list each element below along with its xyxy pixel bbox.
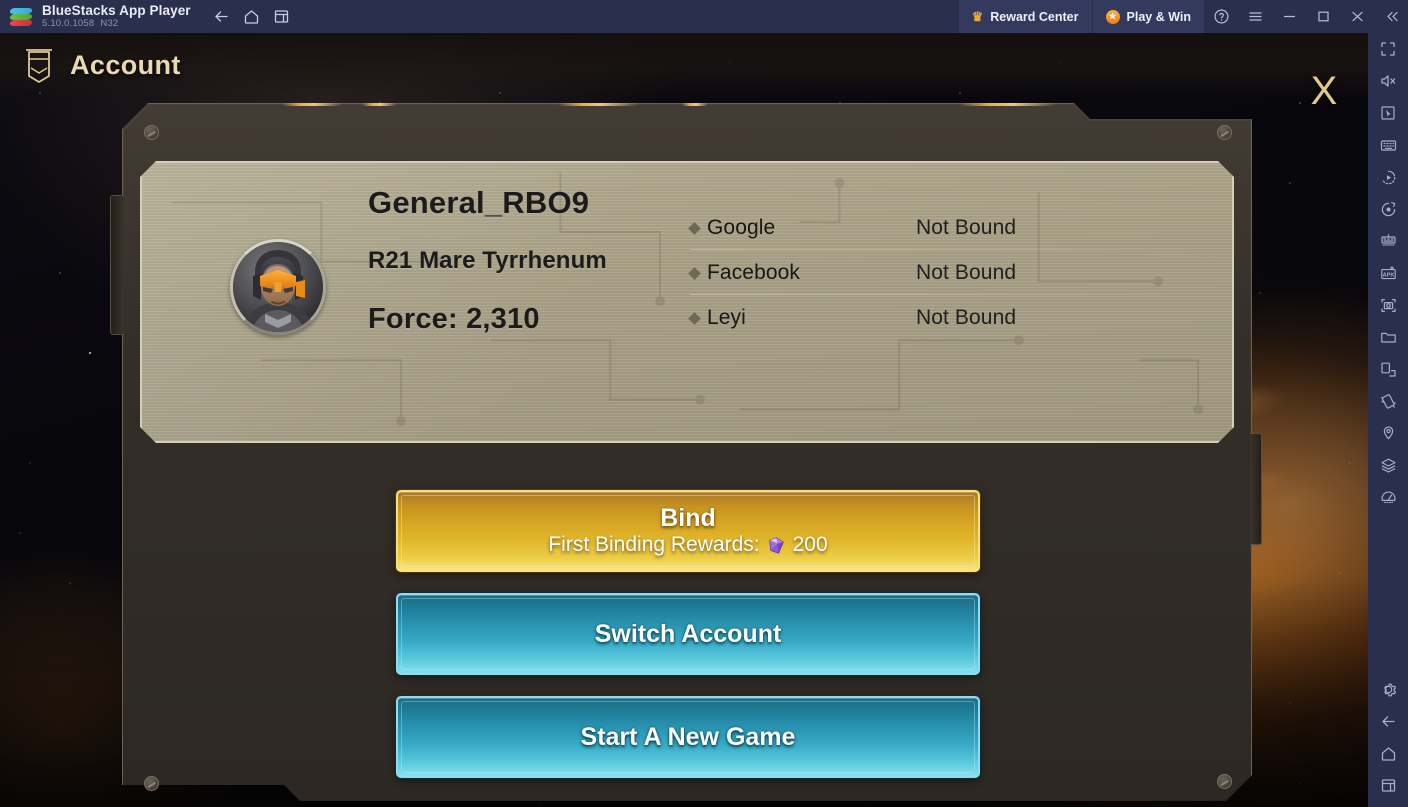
binding-platform-label: Leyi [707,305,746,329]
screw-decoration [1217,125,1232,140]
close-button[interactable] [1340,0,1374,33]
fullscreen-icon[interactable] [1368,33,1408,65]
install-apk-icon[interactable]: APK [1368,257,1408,289]
binding-row-leyi: Leyi Not Bound [688,295,1190,340]
frame-tab-left [110,195,124,335]
frame-accent [558,103,638,106]
bind-reward-text: First Binding Rewards: [548,533,760,556]
home-icon[interactable] [237,0,267,33]
app-version: 5.10.0.1058 N32 [42,18,191,30]
player-info-card: General_RBO9 R21 Mare Tyrrhenum Force: 2… [140,161,1234,443]
binding-status: Not Bound [916,215,1017,239]
avatar [230,239,326,335]
switch-account-label: Switch Account [594,619,782,648]
binding-status: Not Bound [916,260,1017,284]
player-force: Force: 2,310 [368,303,540,335]
close-dialog-button[interactable]: X [1302,69,1346,113]
media-folder-icon[interactable] [1368,321,1408,353]
multi-instance-icon[interactable] [267,0,297,33]
multi-instance-sync-icon[interactable] [1368,225,1408,257]
banner-icon [22,46,56,84]
gem-icon [768,536,784,554]
layers-icon[interactable] [1368,449,1408,481]
bullet-icon [688,267,701,280]
svg-text:APK: APK [1382,272,1394,278]
keyboard-icon[interactable] [1368,129,1408,161]
screenshot-icon[interactable] [1368,289,1408,321]
bluestacks-sidebar: APK [1368,33,1408,807]
macro-record-icon[interactable] [1368,161,1408,193]
frame-accent [960,103,1056,106]
game-viewport: Account X General_RBO9 R21 Mare Tyrrhenu… [0,33,1368,807]
minimize-button[interactable] [1272,0,1306,33]
screw-decoration [144,125,159,140]
frame-tab-right [1250,433,1262,545]
page-title: Account [70,49,181,80]
player-name: General_RBO9 [368,185,590,220]
menu-icon[interactable] [1238,0,1272,33]
bluestacks-titlebar: BlueStacks App Player 5.10.0.1058 N32 ♛ R… [0,0,1408,33]
sync-icon[interactable] [1368,193,1408,225]
screw-decoration [1217,774,1232,789]
app-name: BlueStacks App Player [42,3,191,18]
play-win-icon: ★ [1105,9,1120,24]
reward-center-button[interactable]: ♛ Reward Center [957,0,1092,33]
switch-account-button[interactable]: Switch Account [396,593,980,675]
bullet-icon [688,312,701,325]
player-server: R21 Mare Tyrrhenum [368,247,607,274]
start-new-game-button[interactable]: Start A New Game [396,696,980,778]
collapse-sidebar-button[interactable] [1374,0,1408,33]
home-icon[interactable] [1368,737,1408,769]
bluestacks-logo-icon [9,7,33,27]
maximize-button[interactable] [1306,0,1340,33]
start-new-game-label: Start A New Game [580,722,796,751]
binding-status: Not Bound [916,305,1017,329]
location-icon[interactable] [1368,417,1408,449]
bind-button-subtitle: First Binding Rewards: 200 [548,532,827,558]
binding-platform-label: Google [707,215,776,239]
crown-icon: ♛ [971,9,984,24]
reward-center-label: Reward Center [990,9,1079,24]
performance-icon[interactable] [1368,481,1408,513]
bind-button-title: Bind [660,504,716,532]
mute-icon[interactable] [1368,65,1408,97]
bind-reward-amount: 200 [792,533,828,556]
frame-accent [362,103,396,106]
play-and-win-label: Play & Win [1126,9,1191,24]
binding-platform-label: Facebook [707,260,801,284]
version-tag: N32 [100,18,119,29]
titlebar-titles: BlueStacks App Player 5.10.0.1058 N32 [42,3,191,30]
back-icon[interactable] [1368,705,1408,737]
help-icon[interactable] [1204,0,1238,33]
account-dialog: General_RBO9 R21 Mare Tyrrhenum Force: 2… [110,103,1262,807]
app-root: BlueStacks App Player 5.10.0.1058 N32 ♛ R… [0,0,1408,807]
play-and-win-button[interactable]: ★ Play & Win [1091,0,1204,33]
binding-row-facebook: Facebook Not Bound [688,250,1212,295]
frame-accent [282,103,342,106]
frame-accent [682,103,708,106]
binding-row-google: Google Not Bound [688,205,1212,250]
version-number: 5.10.0.1058 [42,18,95,29]
rotate-icon[interactable] [1368,353,1408,385]
bind-button[interactable]: Bind First Binding Rewards: 200 [396,490,980,572]
binding-list: Google Not Bound Facebook Not Bound Leyi… [688,205,1212,340]
screw-decoration [144,776,159,791]
gear-icon[interactable] [1368,673,1408,705]
bullet-icon [688,222,701,235]
back-icon[interactable] [207,0,237,33]
game-header: Account X [0,33,1368,111]
recents-icon[interactable] [1368,769,1408,801]
shake-icon[interactable] [1368,385,1408,417]
cursor-icon[interactable] [1368,97,1408,129]
